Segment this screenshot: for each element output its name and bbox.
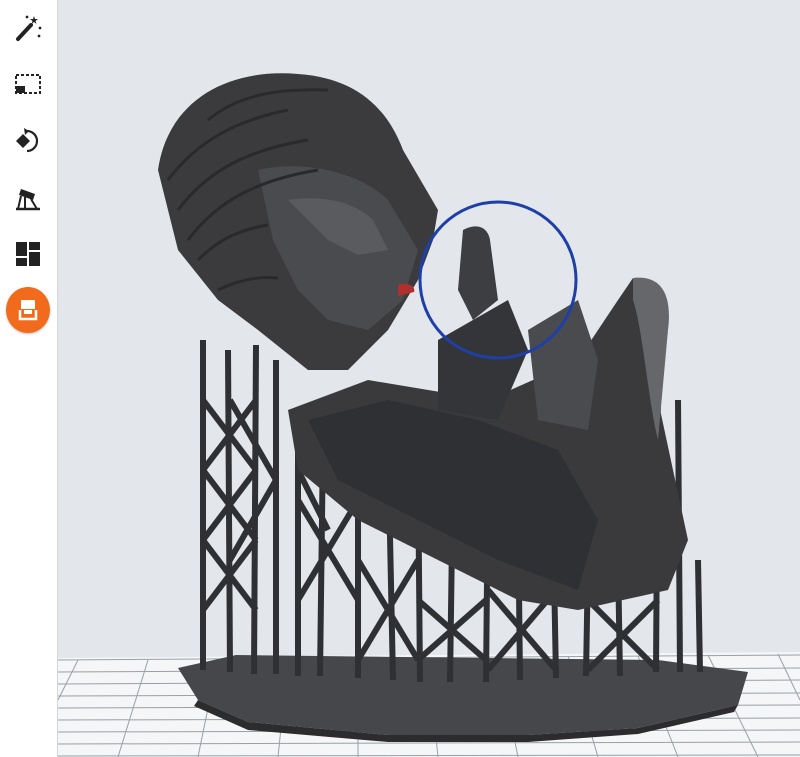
support-tool-button[interactable] (6, 176, 50, 220)
printer-export-tool-button[interactable] (6, 287, 50, 333)
active-tool-highlight (6, 287, 50, 333)
select-area-icon (15, 74, 41, 94)
model-head (158, 73, 438, 370)
layout-grid-icon (16, 242, 40, 266)
select-area-tool-button[interactable] (6, 62, 50, 106)
magic-wand-tool-button[interactable] (6, 6, 50, 50)
support-icon (16, 189, 40, 211)
scene-canvas (58, 73, 800, 757)
layout-tool-button[interactable] (6, 232, 50, 276)
magic-wand-icon (16, 15, 42, 41)
rotate-icon (16, 128, 39, 153)
left-toolbar (0, 0, 58, 757)
rotate-tool-button[interactable] (6, 119, 50, 163)
printer-icon (18, 300, 38, 321)
model-collar-flap (458, 226, 498, 320)
3d-viewport[interactable] (58, 0, 800, 757)
